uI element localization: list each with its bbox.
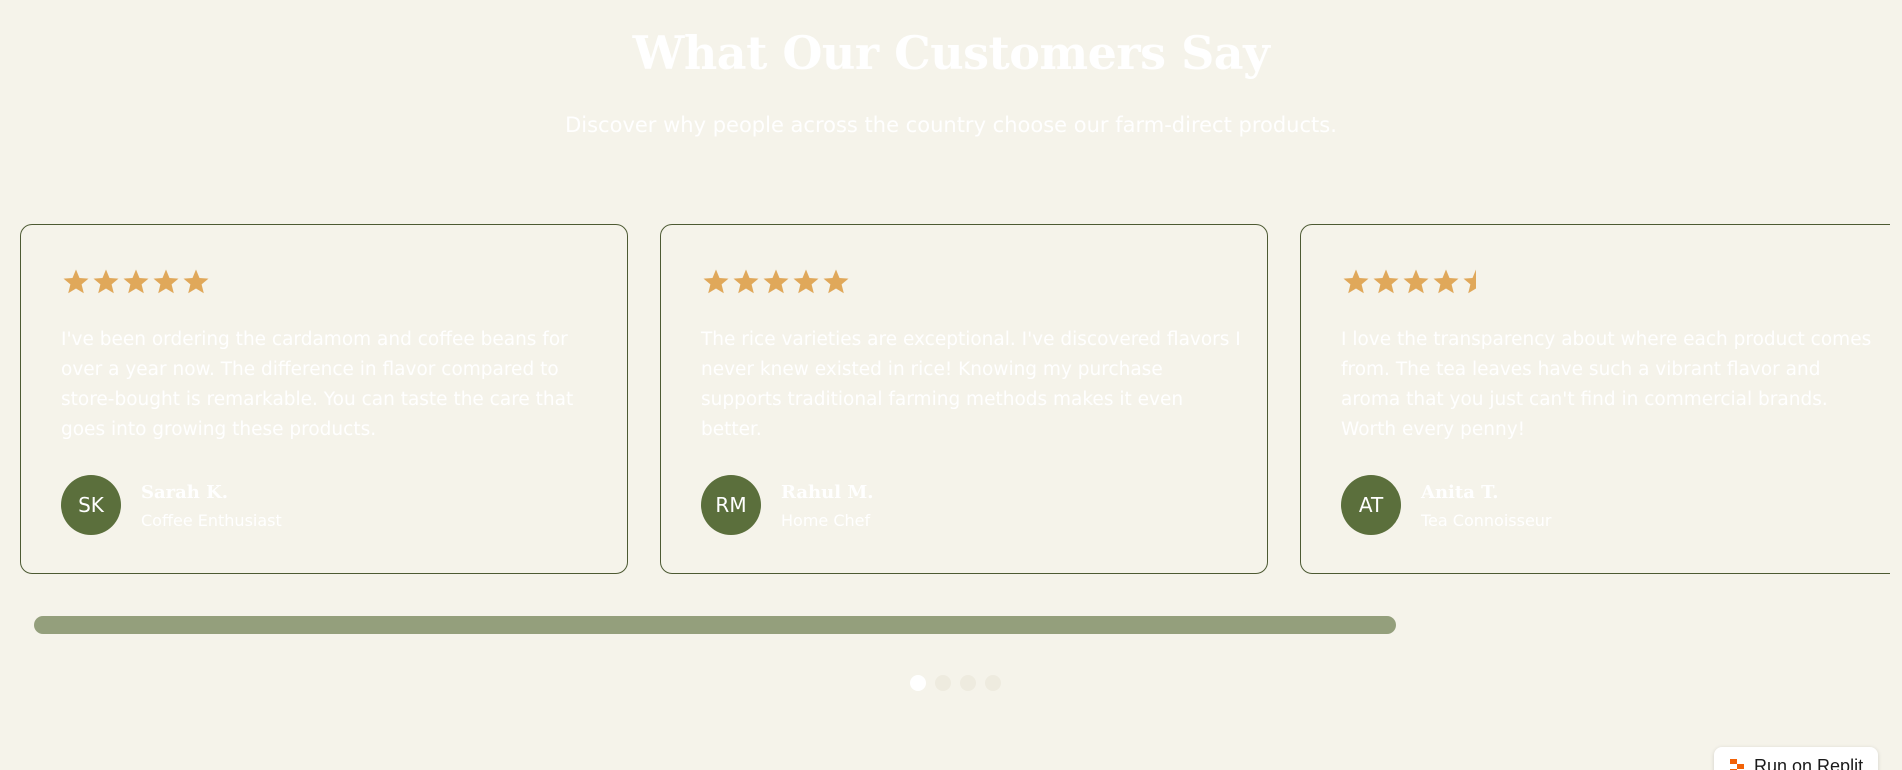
star-icon — [93, 269, 119, 294]
avatar: RM — [701, 475, 761, 535]
author-name: Anita T. — [1421, 482, 1499, 503]
carousel-scrollbar[interactable] — [34, 616, 1890, 634]
pagination-dot[interactable] — [960, 675, 976, 691]
author-role: Tea Connoisseur — [1421, 511, 1552, 530]
section-title: What Our Customers Say — [632, 26, 1270, 80]
star-icon — [153, 269, 179, 294]
replit-logo-icon — [1730, 759, 1744, 770]
testimonial-card: I've been ordering the cardamom and coff… — [20, 224, 628, 574]
star-icon — [703, 269, 729, 294]
replit-label: Run on Replit — [1754, 756, 1864, 770]
star-icon — [63, 269, 89, 294]
testimonial-quote: I love the transparency about where each… — [1341, 329, 1872, 440]
star-icon — [183, 269, 209, 294]
author-name: Rahul M. — [781, 482, 874, 503]
testimonial-card: The rice varieties are exceptional. I've… — [660, 224, 1268, 574]
pagination-dot[interactable] — [935, 675, 951, 691]
star-icon — [793, 269, 819, 294]
author-role: Home Chef — [781, 511, 871, 530]
star-rating — [1341, 267, 1491, 297]
star-rating — [61, 267, 211, 297]
carousel-pagination — [910, 675, 1001, 691]
avatar: AT — [1341, 475, 1401, 535]
star-icon — [1463, 269, 1476, 294]
star-icon — [763, 269, 789, 294]
pagination-dot[interactable] — [985, 675, 1001, 691]
scrollbar-thumb[interactable] — [34, 616, 1396, 634]
star-icon — [123, 269, 149, 294]
author-role: Coffee Enthusiast — [141, 511, 282, 530]
avatar: SK — [61, 475, 121, 535]
star-icon — [1373, 269, 1399, 294]
star-icon — [1433, 269, 1459, 294]
star-icon — [1343, 269, 1369, 294]
star-icon — [823, 269, 849, 294]
star-icon — [1403, 269, 1429, 294]
author-name: Sarah K. — [141, 482, 229, 503]
star-icon — [733, 269, 759, 294]
testimonial-quote: I've been ordering the cardamom and coff… — [61, 329, 574, 440]
testimonials-section: What Our Customers Say Discover why peop… — [0, 0, 1902, 770]
pagination-dot[interactable] — [910, 675, 926, 691]
testimonial-carousel[interactable]: I've been ordering the cardamom and coff… — [0, 224, 1890, 576]
testimonial-card: I love the transparency about where each… — [1300, 224, 1890, 574]
section-subtitle: Discover why people across the country c… — [565, 113, 1337, 137]
testimonial-quote: The rice varieties are exceptional. I've… — [701, 329, 1241, 440]
star-rating — [701, 267, 851, 297]
run-on-replit-button[interactable]: Run on Replit — [1714, 747, 1878, 770]
